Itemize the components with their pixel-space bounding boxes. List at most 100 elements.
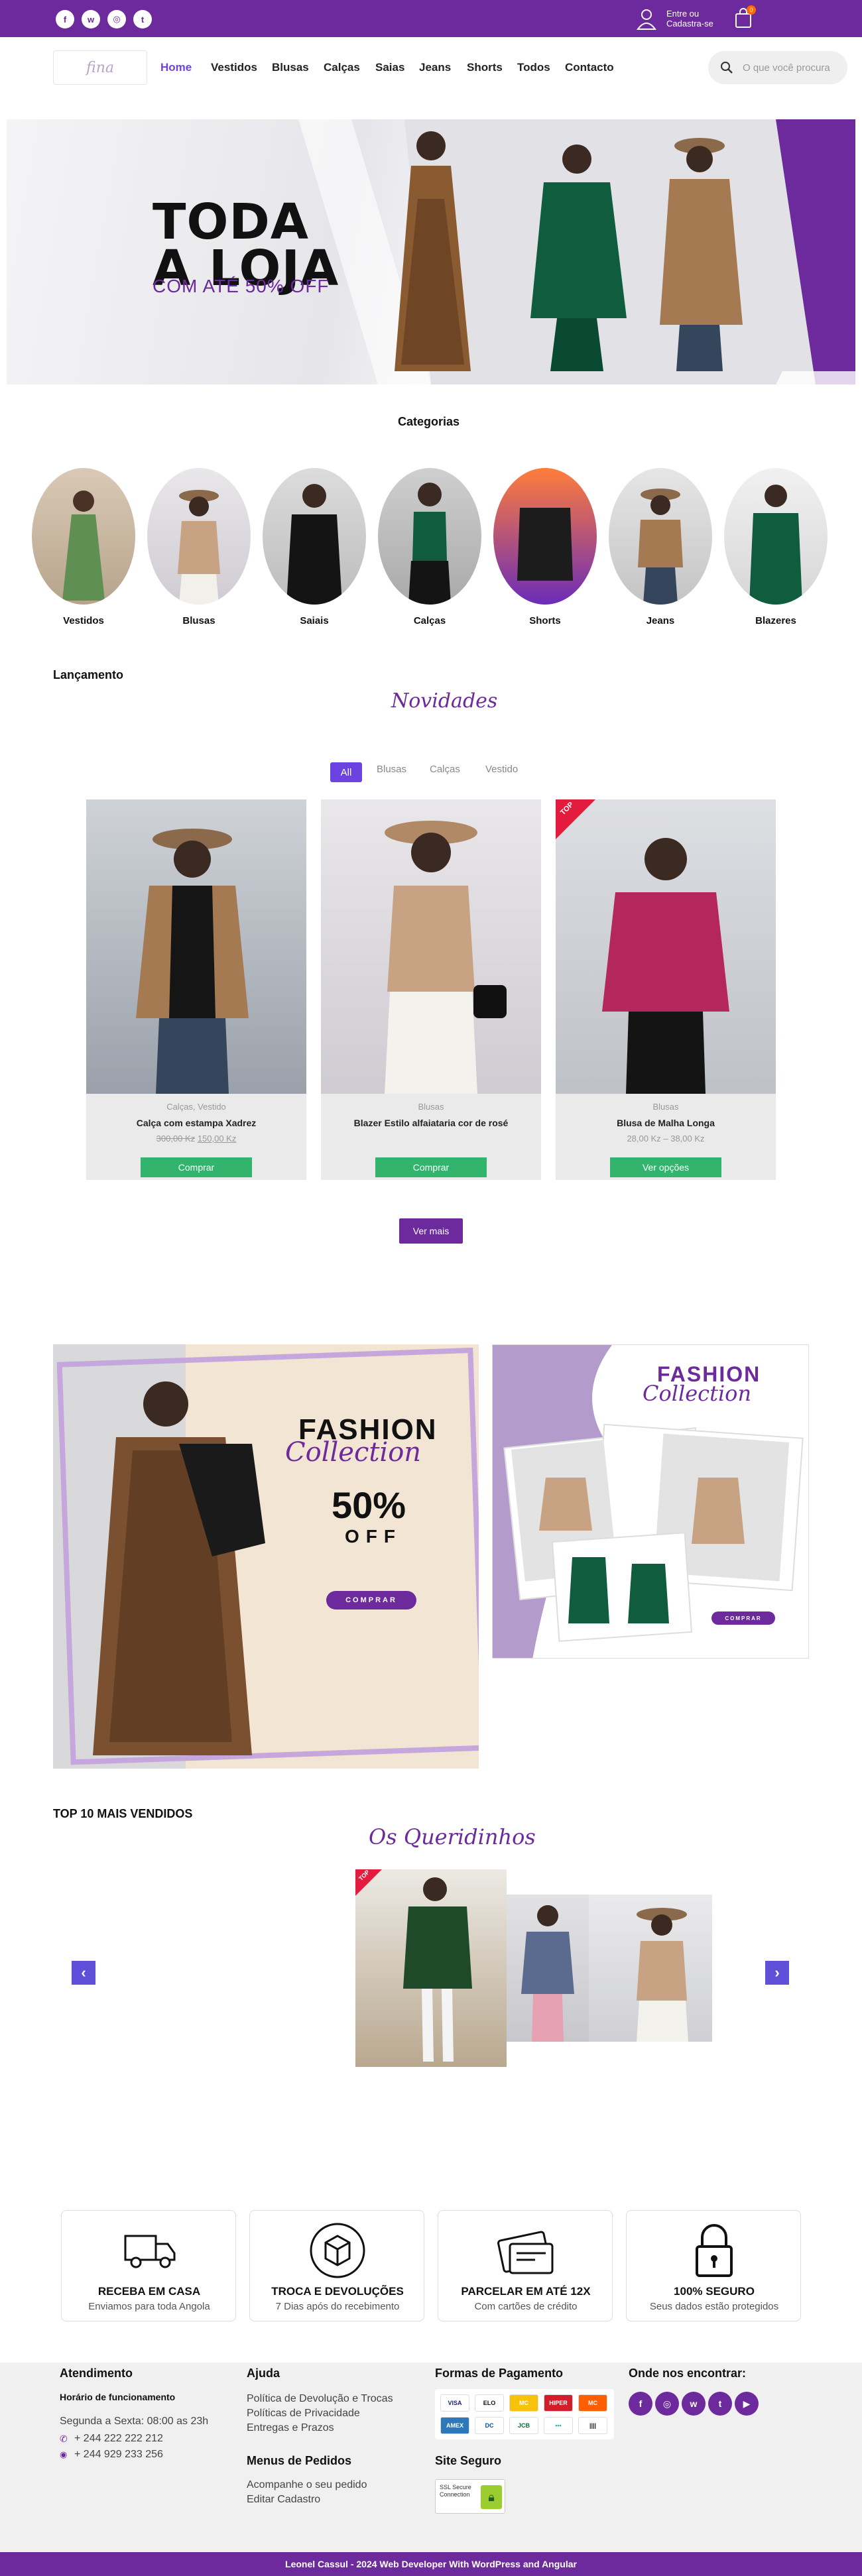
category-label[interactable]: Saiais: [263, 615, 366, 626]
search-icon[interactable]: [720, 61, 733, 78]
product-card[interactable]: Blusas Blazer Estilo alfaiataria cor de …: [321, 799, 541, 1180]
footer-atendimento-title: Atendimento: [60, 2367, 133, 2380]
see-more-button[interactable]: Ver mais: [399, 1218, 463, 1244]
product-card[interactable]: TOP Blusas Blusa de Malha Longa 28,00 Kz…: [556, 799, 776, 1180]
top10-script-title: Os Queridinhos: [369, 1824, 536, 1849]
filter-blusas[interactable]: Blusas: [377, 764, 406, 775]
fashion-banner-large[interactable]: FASHION Collection 50% OFF COMPRAR: [53, 1344, 479, 1769]
product-name[interactable]: Blazer Estilo alfaiataria cor de rosé: [321, 1118, 541, 1128]
category-blazeres[interactable]: [724, 468, 828, 605]
footer-link[interactable]: Acompanhe o seu pedido: [247, 2479, 367, 2491]
product-name[interactable]: Calça com estampa Xadrez: [86, 1118, 306, 1128]
cart-count-badge: 0: [747, 5, 756, 15]
feature-subtitle: Seus dados estão protegidos: [649, 2301, 779, 2312]
top10-product[interactable]: [507, 1895, 589, 2042]
filter-calcas[interactable]: Calças: [430, 764, 460, 775]
view-options-button[interactable]: Ver opções: [610, 1157, 721, 1177]
filter-all[interactable]: All: [330, 762, 362, 782]
nav-contacto[interactable]: Contacto: [565, 61, 614, 74]
nav-home[interactable]: Home: [160, 61, 192, 74]
hipercard-icon: HIPER: [544, 2394, 573, 2412]
banner1-percent: 50%: [332, 1484, 406, 1526]
category-saiais[interactable]: [263, 468, 366, 605]
buy-button[interactable]: Comprar: [141, 1157, 252, 1177]
facebook-icon[interactable]: f: [56, 10, 74, 29]
fashion-banner-small[interactable]: FASHION Collection COMPRAR: [492, 1344, 809, 1659]
feature-subtitle: Enviamos para toda Angola: [88, 2301, 210, 2312]
nav-shorts[interactable]: Shorts: [467, 61, 503, 74]
search-placeholder: O que você procura: [743, 62, 830, 74]
login-line1: Entre ou: [666, 9, 700, 19]
category-blusas[interactable]: [147, 468, 251, 605]
category-label[interactable]: Shorts: [493, 615, 597, 626]
lock-icon: [696, 2224, 733, 2277]
top10-product-main[interactable]: [355, 1869, 507, 2067]
feature-delivery: RECEBA EM CASA Enviamos para toda Angola: [61, 2210, 236, 2321]
nav-blusas[interactable]: Blusas: [272, 61, 309, 74]
amex-icon: AMEX: [440, 2417, 469, 2434]
ssl-lock-icon: 🔒︎: [481, 2485, 502, 2509]
product-category: Calças, Vestido: [166, 1102, 226, 1112]
category-calcas[interactable]: [378, 468, 481, 605]
category-shorts[interactable]: [493, 468, 597, 605]
banner1-buy-button[interactable]: COMPRAR: [326, 1591, 416, 1610]
instagram-icon[interactable]: ◎: [655, 2392, 679, 2416]
hero-subtitle: COM ATÉ 50% OFF: [153, 276, 330, 296]
user-icon[interactable]: [633, 5, 660, 32]
category-vestidos[interactable]: [32, 468, 135, 605]
twitter-icon[interactable]: t: [133, 10, 152, 29]
product-category: Blusas: [418, 1102, 444, 1112]
product-name[interactable]: Blusa de Malha Longa: [556, 1118, 776, 1128]
footer-whatsapp[interactable]: + 244 929 233 256: [74, 2449, 163, 2461]
login-link[interactable]: Entre ou Cadastra-se: [666, 9, 713, 29]
footer-link[interactable]: Entregas e Prazos: [247, 2422, 334, 2434]
nav-jeans[interactable]: Jeans: [419, 61, 451, 74]
nav-calcas[interactable]: Calças: [324, 61, 360, 74]
whatsapp-icon: ◉: [60, 2449, 68, 2459]
feature-title: PARCELAR EM ATÉ 12X: [461, 2285, 591, 2298]
whatsapp-icon[interactable]: w: [682, 2392, 706, 2416]
carousel-prev-button[interactable]: ‹: [72, 1961, 95, 1985]
site-logo[interactable]: fina: [53, 50, 147, 85]
nav-todos[interactable]: Todos: [517, 61, 550, 74]
instagram-icon[interactable]: ◎: [107, 10, 126, 29]
category-label[interactable]: Calças: [378, 615, 481, 626]
category-label[interactable]: Jeans: [609, 615, 712, 626]
banner2-buy-button[interactable]: COMPRAR: [711, 1611, 775, 1625]
category-label[interactable]: Vestidos: [32, 615, 135, 626]
nav-saias[interactable]: Saias: [375, 61, 404, 74]
hero-title-line1: TODA: [153, 194, 310, 251]
feature-subtitle: 7 Dias após do recebimento: [275, 2301, 400, 2312]
buy-button[interactable]: Comprar: [375, 1157, 487, 1177]
category-jeans[interactable]: [609, 468, 712, 605]
category-label[interactable]: Blusas: [147, 615, 251, 626]
carousel-next-button[interactable]: ›: [765, 1961, 789, 1985]
footer-hours-title: Horário de funcionamento: [60, 2392, 176, 2402]
product-image[interactable]: [556, 799, 776, 1094]
nav-vestidos[interactable]: Vestidos: [211, 61, 257, 74]
banner1-off: OFF: [345, 1526, 402, 1547]
category-label[interactable]: Blazeres: [724, 615, 828, 626]
product-card[interactable]: Calças, Vestido Calça com estampa Xadrez…: [86, 799, 306, 1180]
login-line2: Cadastra-se: [666, 19, 713, 29]
feature-installments: PARCELAR EM ATÉ 12X Com cartões de crédi…: [438, 2210, 613, 2321]
facebook-icon[interactable]: f: [629, 2392, 652, 2416]
footer-link[interactable]: Políticas de Privacidade: [247, 2408, 360, 2420]
product-old-price: 300,00 Kz: [156, 1134, 196, 1143]
product-price: 300,00 Kz 150,00 Kz: [86, 1134, 306, 1143]
footer-menus-title: Menus de Pedidos: [247, 2454, 352, 2467]
top10-product[interactable]: [589, 1895, 712, 2042]
footer-link[interactable]: Política de Devolução e Trocas: [247, 2393, 393, 2405]
product-image[interactable]: [321, 799, 541, 1094]
hero-banner[interactable]: [7, 119, 855, 384]
product-category: Blusas: [652, 1102, 679, 1112]
feature-title: 100% SEGURO: [674, 2285, 755, 2298]
filter-vestido[interactable]: Vestido: [485, 764, 518, 775]
footer-link[interactable]: Editar Cadastro: [247, 2494, 320, 2506]
footer-phone[interactable]: + 244 222 222 212: [74, 2433, 163, 2445]
youtube-icon[interactable]: ▶: [735, 2392, 759, 2416]
whatsapp-icon[interactable]: w: [82, 10, 100, 29]
product-image[interactable]: [86, 799, 306, 1094]
twitter-icon[interactable]: t: [708, 2392, 732, 2416]
footer-credit: Leonel Cassul - 2024 Web Developer With …: [0, 2552, 862, 2576]
